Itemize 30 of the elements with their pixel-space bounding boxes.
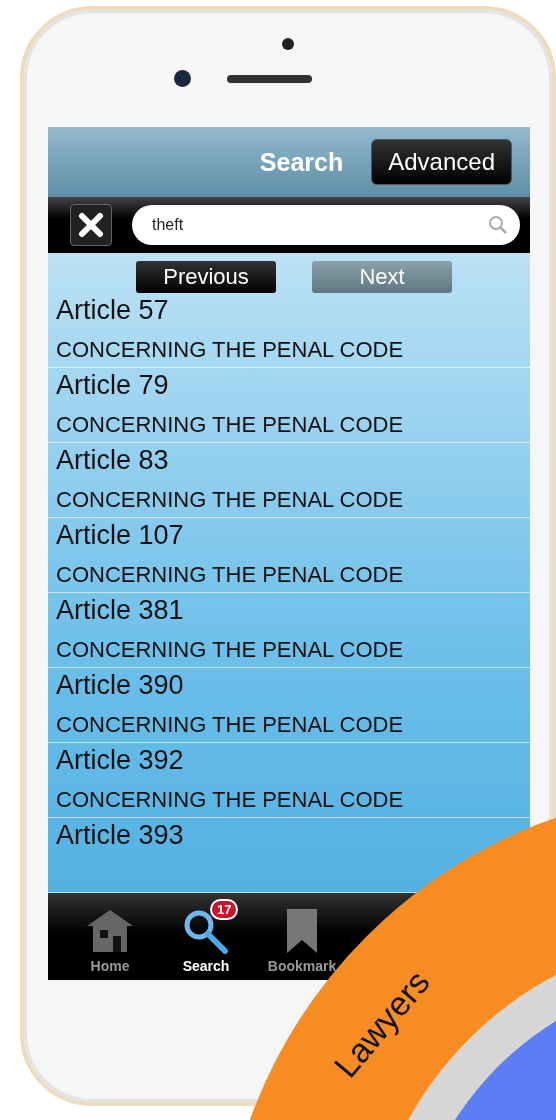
article-title[interactable]: Article 79 xyxy=(56,370,404,402)
screen-title: Search xyxy=(259,147,344,177)
search-field[interactable]: theft xyxy=(132,205,520,246)
previous-button[interactable]: Previous xyxy=(136,261,276,294)
article-subtitle: CONCERNING THE PENAL CODE xyxy=(56,712,404,739)
count-badge: 17 xyxy=(210,899,239,921)
clear-button[interactable] xyxy=(70,204,112,247)
article-subtitle: CONCERNING THE PENAL CODE xyxy=(56,487,404,514)
search-icon xyxy=(488,215,508,236)
tab-item[interactable]: Home xyxy=(62,893,158,980)
article-subtitle: CONCERNING THE PENAL CODE xyxy=(56,412,404,439)
article-subtitle: CONCERNING THE PENAL CODE xyxy=(56,787,404,814)
bookmark-icon xyxy=(284,908,320,954)
sensor-dot xyxy=(282,38,294,50)
camera-lens xyxy=(174,70,191,87)
article-subtitle: CONCERNING THE PENAL CODE xyxy=(56,562,404,589)
article-title[interactable]: Article 107 xyxy=(56,520,404,552)
tab-item[interactable]: Search 17 xyxy=(158,893,254,980)
advanced-button[interactable]: Advanced xyxy=(371,139,512,186)
article-title[interactable]: Article 392 xyxy=(56,745,404,777)
article-title[interactable]: Article 83 xyxy=(56,445,404,477)
close-icon xyxy=(78,212,104,239)
article-title[interactable]: Article 393 xyxy=(56,820,184,852)
article-title[interactable]: Article 390 xyxy=(56,670,404,702)
home-icon xyxy=(85,908,135,954)
article-subtitle: CONCERNING THE PENAL CODE xyxy=(56,337,404,364)
article-subtitle: CONCERNING THE PENAL CODE xyxy=(56,637,404,664)
article-title[interactable]: Article 381 xyxy=(56,595,404,627)
tab-item[interactable]: Bookmark xyxy=(254,893,350,980)
article-title[interactable]: Article 57 xyxy=(56,295,404,327)
